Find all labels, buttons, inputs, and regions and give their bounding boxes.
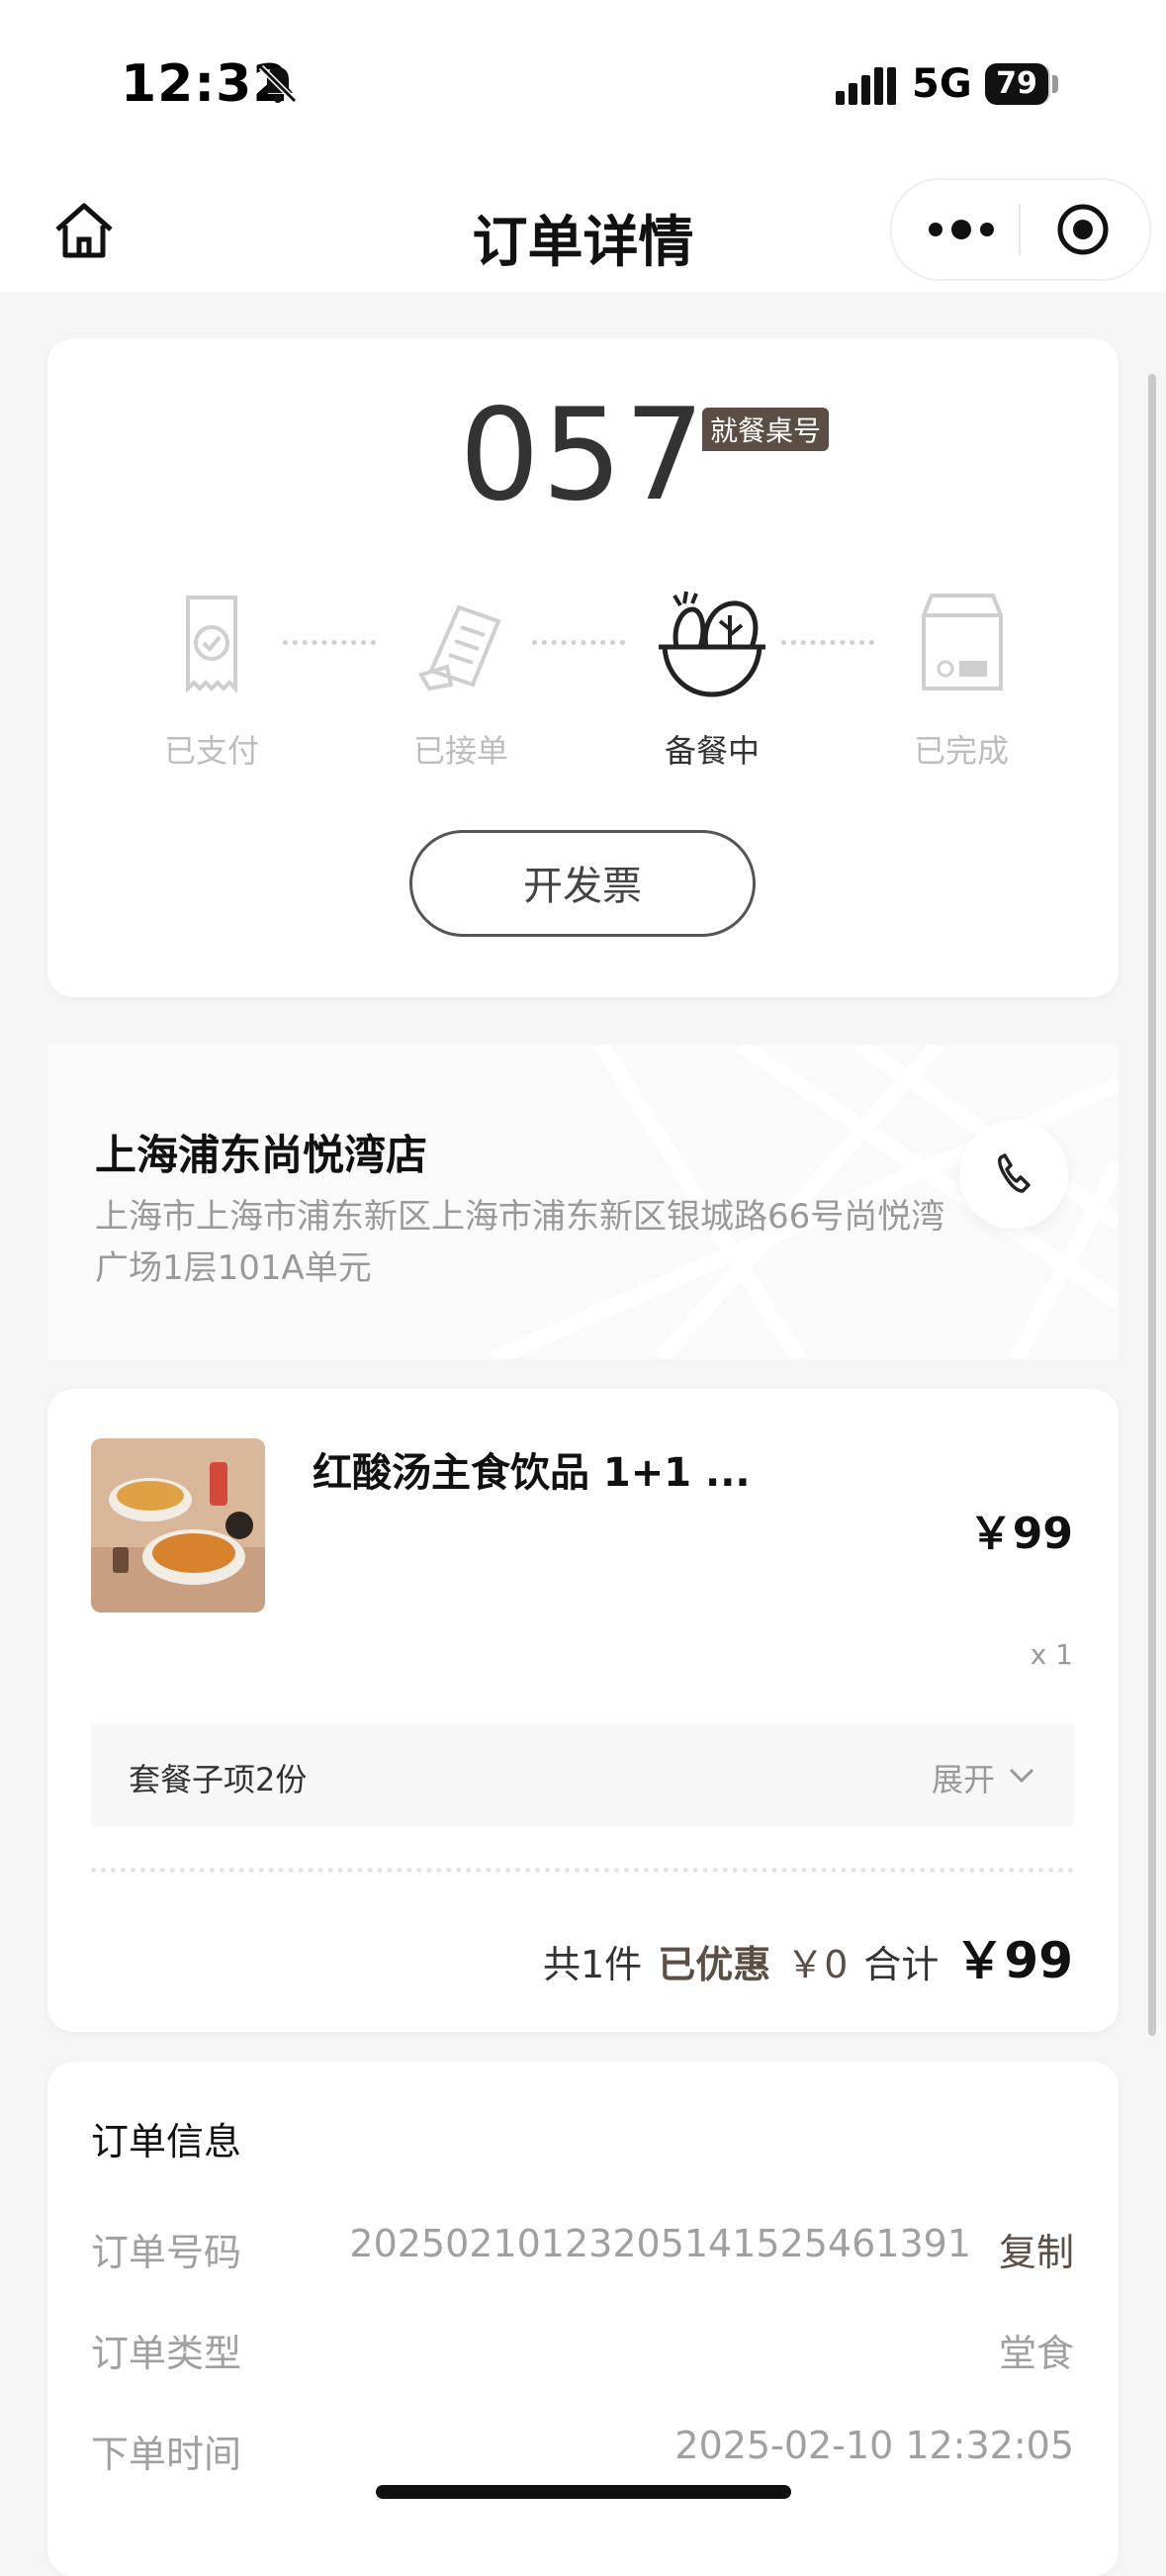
capsule-divider: [1019, 204, 1021, 255]
expand-label[interactable]: 展开: [932, 1755, 995, 1800]
nav-bar: 订单详情: [0, 168, 1166, 292]
step-completed: 已完成: [862, 586, 1060, 772]
receipt-check-icon: [186, 596, 237, 693]
table-number-badge: 就餐桌号: [702, 408, 830, 451]
item-price: ￥99: [968, 1509, 1073, 1559]
battery-tip: [1052, 75, 1058, 93]
phone-icon: [998, 1153, 1031, 1193]
network-type: 5G: [912, 61, 972, 107]
order-type-value: 堂食: [998, 2332, 1074, 2375]
step-label: 已接单: [412, 732, 508, 770]
invoice-button[interactable]: 开发票: [409, 830, 756, 937]
order-items-card: 红酸汤主食饮品 1+1 ... ￥99 x 1 套餐子项2份 展开 共1件 已优…: [47, 1389, 1119, 2032]
table-number: 057: [459, 382, 707, 529]
chevron-down-icon[interactable]: [1007, 1761, 1036, 1791]
scrollbar[interactable]: [1148, 374, 1156, 2036]
item-quantity: x 1: [1030, 1638, 1073, 1671]
call-store-button[interactable]: [959, 1120, 1068, 1229]
item-name: 红酸汤主食饮品 1+1 ...: [313, 1450, 751, 1496]
mini-program-capsule: [890, 178, 1151, 281]
bell-muted-icon: [258, 64, 298, 104]
order-type-label: 订单类型: [91, 2332, 242, 2375]
step-connector: [781, 640, 874, 645]
more-icon[interactable]: [922, 208, 1001, 251]
store-card: 上海浦东尚悦湾店 上海市上海市浦东新区上海市浦东新区银城路66号尚悦湾广场1层1…: [47, 1045, 1119, 1359]
home-indicator[interactable]: [376, 2485, 791, 2499]
battery-level: 79: [985, 63, 1048, 105]
total-value: ￥99: [954, 1932, 1073, 1989]
order-type-row: 订单类型 堂食: [91, 2323, 1074, 2382]
step-label: 已支付: [163, 732, 259, 770]
discount-value: ￥0: [786, 1943, 849, 1986]
step-accepted: 已接单: [362, 586, 560, 772]
order-slip-icon: [418, 604, 501, 691]
order-info-title: 订单信息: [91, 2120, 242, 2163]
order-totals: 共1件 已优惠 ￥0 合计 ￥99: [527, 1921, 1073, 1992]
total-label: 合计: [863, 1943, 940, 1986]
order-number-value: 2025021012320514152546​1391: [349, 2222, 971, 2265]
store-address: 上海市上海市浦东新区上海市浦东新区银城路66号尚悦湾广场1层101A单元: [95, 1197, 945, 1288]
order-info-card: 订单信息 订单号码 2025021012320514152546​1391 复制…: [47, 2062, 1119, 2576]
step-connector: [532, 640, 625, 645]
status-bar: 12:32 5G 79: [0, 0, 1166, 168]
signal-icon: [836, 67, 896, 105]
order-status-card: 057 就餐桌号 已支付 已接单 备餐中 已完成 开发票: [47, 338, 1119, 997]
divider: [91, 1868, 1074, 1873]
order-number-row: 订单号码 2025021012320514152546​1391 复制: [91, 2222, 1074, 2281]
order-time-row: 下单时间 2025-02-10 12:32:05: [91, 2424, 1074, 2483]
discount-label: 已优惠: [658, 1943, 771, 1986]
order-time-label: 下单时间: [91, 2433, 242, 2476]
step-label: 备餐中: [664, 732, 760, 770]
order-time-value: 2025-02-10 12:32:05: [674, 2424, 1074, 2467]
salad-bowl-icon: [659, 591, 765, 697]
combo-subitems-label: 套餐子项2份: [129, 1761, 308, 1798]
item-count: 共1件: [543, 1943, 643, 1986]
combo-subitems-bar[interactable]: 套餐子项2份 展开: [91, 1723, 1074, 1826]
order-number-label: 订单号码: [91, 2231, 242, 2274]
step-label: 已完成: [913, 732, 1009, 770]
step-preparing: 备餐中: [613, 586, 811, 772]
takeout-bag-icon: [922, 594, 1003, 690]
copy-button[interactable]: 复制: [999, 2222, 1074, 2276]
store-name: 上海浦东尚悦湾店: [95, 1131, 428, 1179]
close-mini-program-icon[interactable]: [1055, 202, 1111, 257]
step-paid: 已支付: [113, 586, 311, 772]
food-image: [91, 1438, 265, 1612]
